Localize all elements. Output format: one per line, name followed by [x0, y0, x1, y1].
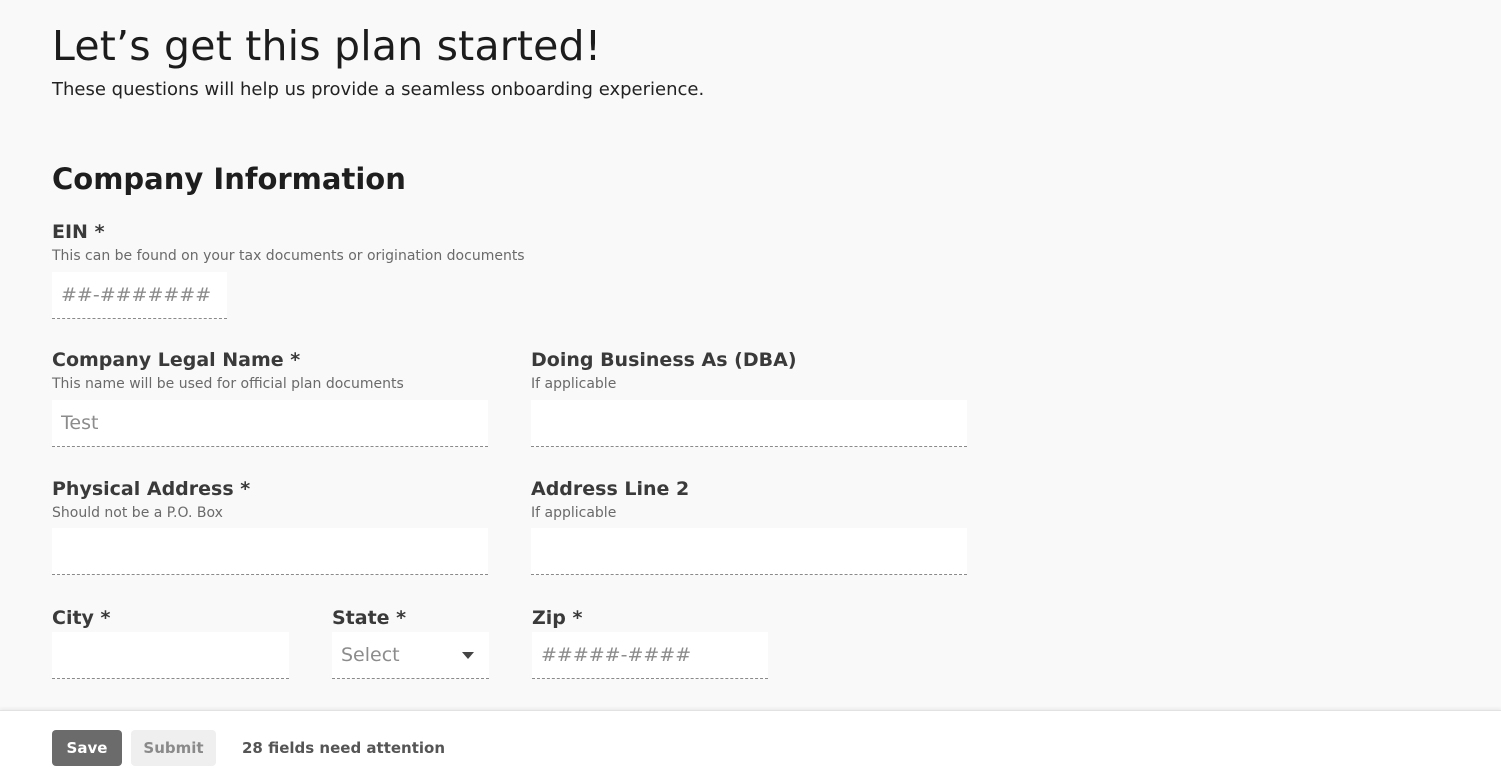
- ein-field-group: EIN * This can be found on your tax docu…: [52, 220, 525, 265]
- ein-hint: This can be found on your tax documents …: [52, 248, 525, 264]
- dba-input[interactable]: [531, 400, 967, 447]
- legal-name-field-group: Company Legal Name * This name will be u…: [52, 348, 404, 393]
- address-input[interactable]: [52, 528, 488, 575]
- city-label: City *: [52, 607, 111, 629]
- address2-label: Address Line 2: [531, 478, 690, 500]
- address-field-group: Physical Address * Should not be a P.O. …: [52, 477, 250, 522]
- dba-label: Doing Business As (DBA): [531, 349, 797, 371]
- page-subtitle: These questions will help us provide a s…: [52, 79, 705, 100]
- zip-label: Zip *: [532, 607, 583, 629]
- zip-field-group: Zip *: [532, 606, 582, 630]
- legal-name-input[interactable]: [52, 400, 488, 447]
- ein-label: EIN *: [52, 221, 105, 243]
- action-footer: Save Submit 28 fields need attention: [0, 710, 1501, 782]
- onboarding-page: Let’s get this plan started! These quest…: [0, 0, 1501, 782]
- state-select[interactable]: Select: [332, 632, 489, 679]
- address2-field-group: Address Line 2 If applicable: [531, 477, 689, 522]
- submit-button[interactable]: Submit: [131, 730, 216, 766]
- chevron-down-icon: [462, 651, 474, 659]
- legal-name-hint: This name will be used for official plan…: [52, 376, 404, 392]
- address2-input[interactable]: [531, 528, 967, 575]
- state-select-value: Select: [341, 644, 400, 666]
- state-label: State *: [332, 607, 407, 629]
- save-button[interactable]: Save: [52, 730, 122, 766]
- ein-input[interactable]: [52, 272, 227, 319]
- dba-hint: If applicable: [531, 376, 617, 392]
- address2-hint: If applicable: [531, 505, 617, 521]
- form-content: Let’s get this plan started! These quest…: [52, 0, 1152, 710]
- zip-input[interactable]: [532, 632, 768, 679]
- section-title-company-information: Company Information: [52, 162, 406, 196]
- address-hint: Should not be a P.O. Box: [52, 505, 223, 521]
- dba-field-group: Doing Business As (DBA) If applicable: [531, 348, 797, 393]
- state-field-group: State *: [332, 606, 406, 630]
- page-title: Let’s get this plan started!: [52, 22, 602, 70]
- city-field-group: City *: [52, 606, 110, 630]
- city-input[interactable]: [52, 632, 289, 679]
- legal-name-label: Company Legal Name *: [52, 349, 301, 371]
- address-label: Physical Address *: [52, 478, 251, 500]
- fields-attention-status: 28 fields need attention: [242, 739, 446, 757]
